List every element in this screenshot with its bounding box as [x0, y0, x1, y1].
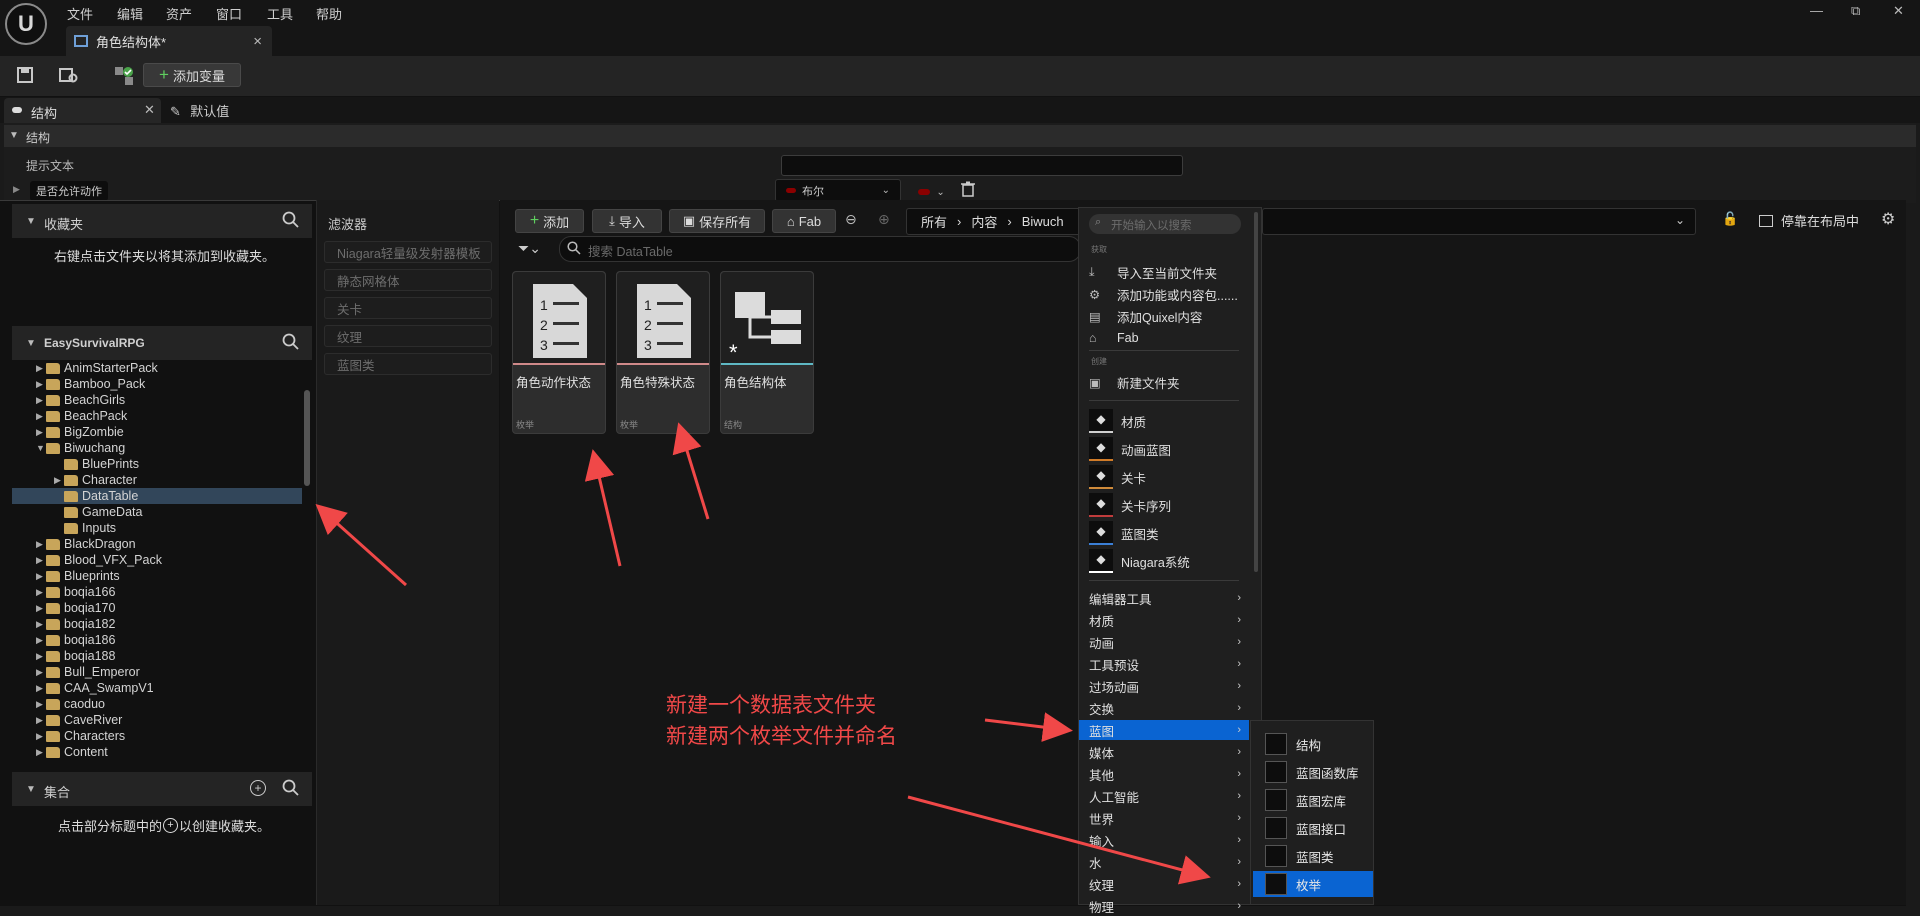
annotation-line-1: 新建一个数据表文件夹 — [666, 694, 876, 717]
annotation-arrows — [315, 422, 1211, 885]
unreal-logo-icon[interactable]: U — [5, 3, 47, 45]
annotation-line-2: 新建两个枚举文件并命名 — [666, 725, 897, 748]
